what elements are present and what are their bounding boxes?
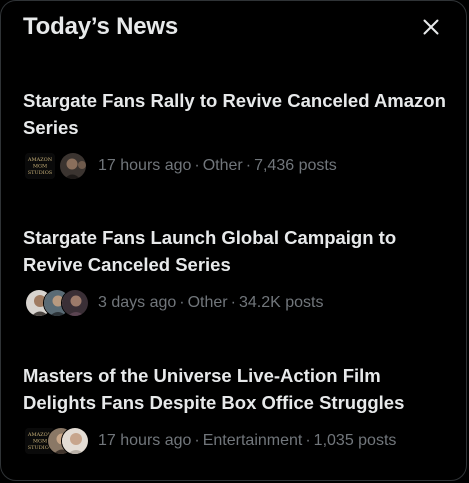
story-meta-row: AMAZON MGM STUDIOS 17 hours ago · Entert… (23, 424, 446, 458)
news-story[interactable]: Masters of the Universe Live-Action Film… (23, 362, 446, 458)
panel-title: Today’s News (23, 13, 178, 40)
story-meta-row: 3 days ago · Other · 34.2K posts (23, 286, 446, 320)
story-time: 3 days ago (98, 294, 177, 311)
logo-text: MGM (33, 439, 47, 445)
story-meta: 17 hours ago · Other · 7,436 posts (98, 156, 337, 176)
logo-text: STUDIOS (28, 170, 53, 176)
todays-news-panel: Today’s News Stargate Fans Rally to Revi… (0, 0, 467, 481)
meta-separator: · (179, 294, 185, 311)
logo-text: AMAZON (27, 157, 53, 163)
story-headline[interactable]: Stargate Fans Rally to Revive Canceled A… (23, 87, 446, 141)
meta-separator: · (305, 432, 311, 449)
close-icon (423, 19, 439, 35)
meta-separator: · (194, 157, 200, 174)
logo-text: MGM (33, 164, 47, 170)
story-category: Other (202, 157, 243, 174)
story-post-count: 1,035 posts (313, 432, 397, 449)
story-headline[interactable]: Stargate Fans Launch Global Campaign to … (23, 224, 446, 278)
story-meta: 3 days ago · Other · 34.2K posts (98, 293, 323, 313)
story-headline[interactable]: Masters of the Universe Live-Action Film… (23, 362, 446, 416)
news-story[interactable]: Stargate Fans Rally to Revive Canceled A… (23, 87, 446, 183)
story-category: Other (187, 294, 228, 311)
story-time: 17 hours ago (98, 432, 192, 449)
story-meta-row: AMAZON MGM STUDIOS 17 hours ago · Other · 7,… (23, 149, 446, 183)
person-avatar (61, 427, 89, 455)
story-avatars: AMAZON MGM STUDIOS (23, 149, 89, 183)
story-avatars (23, 286, 89, 320)
news-story[interactable]: Stargate Fans Launch Global Campaign to … (23, 224, 446, 320)
meta-separator: · (230, 294, 236, 311)
story-meta: 17 hours ago · Entertainment · 1,035 posts (98, 431, 396, 451)
meta-separator: · (194, 432, 200, 449)
close-button[interactable] (416, 12, 446, 42)
story-avatars: AMAZON MGM STUDIOS (23, 424, 89, 458)
story-post-count: 34.2K posts (238, 294, 324, 311)
amazon-mgm-studios-logo: AMAZON MGM STUDIOS (25, 153, 55, 179)
panel-header: Today’s News (23, 11, 446, 43)
meta-separator: · (245, 157, 252, 174)
story-time: 17 hours ago (98, 157, 192, 174)
person-avatar (59, 152, 87, 180)
story-post-count: 7,436 posts (254, 157, 337, 174)
story-category: Entertainment (202, 432, 303, 449)
person-avatar (61, 289, 89, 317)
